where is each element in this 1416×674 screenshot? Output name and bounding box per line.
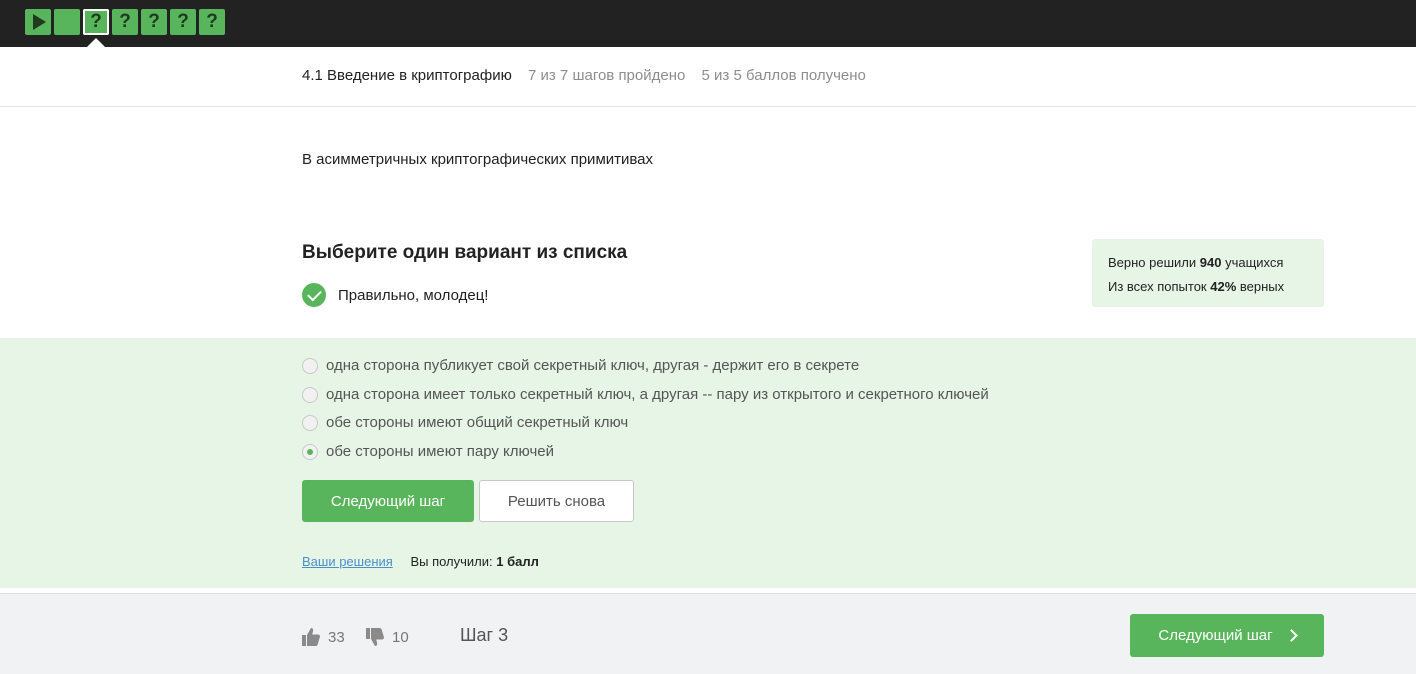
answer-option[interactable]: одна сторона имеет только секретный ключ… (302, 386, 989, 403)
answer-option-label: обе стороны имеют общий секретный ключ (326, 414, 629, 431)
lesson-title[interactable]: 4.1 Введение в криптографию (302, 67, 512, 84)
question-icon: ? (119, 11, 131, 32)
thumbs-up-icon (302, 628, 320, 646)
thumbs-down-icon (366, 628, 384, 646)
answer-option[interactable]: обе стороны имеют общий секретный ключ (302, 414, 628, 431)
lesson-header: 4.1 Введение в криптографию 7 из 7 шагов… (0, 47, 1416, 107)
received-score: 1 балл (496, 554, 539, 569)
answer-option-label: одна сторона имеет только секретный ключ… (326, 386, 989, 403)
next-step-button[interactable]: Следующий шаг (302, 480, 474, 522)
solved-stat: Верно решили 940 учащихся (1108, 255, 1284, 270)
received-label: Вы получили: (410, 554, 497, 569)
step-label: Шаг 3 (460, 625, 509, 645)
answer-area: одна сторона публикует свой секретный кл… (0, 338, 1416, 588)
feedback-correct: Правильно, молодец! (302, 283, 488, 307)
answer-option-label: обе стороны имеют пару ключей (326, 443, 554, 460)
question-icon: ? (90, 11, 102, 32)
chevron-right-icon (1284, 629, 1298, 642)
radio-button[interactable] (302, 386, 318, 403)
question-icon: ? (177, 11, 189, 32)
steps-progress: 7 из 7 шагов пройдено (528, 67, 686, 84)
step-3-quiz[interactable]: ? (83, 9, 109, 35)
dislike-count: 10 (392, 628, 409, 646)
task-title: Выберите один вариант из списка (302, 242, 628, 263)
check-circle-icon (302, 283, 326, 307)
answer-option-label: одна сторона публикует свой секретный кл… (326, 357, 860, 374)
step-4-quiz[interactable]: ? (112, 9, 138, 35)
like-count: 33 (328, 628, 345, 646)
answer-option-selected[interactable]: обе стороны имеют пару ключей (302, 443, 554, 460)
like-button[interactable]: 33 (301, 627, 345, 647)
step-navigation-bar: ? ? ? ? ? (0, 0, 1416, 48)
score-progress: 5 из 5 баллов получено (701, 67, 866, 84)
radio-button[interactable] (302, 357, 318, 374)
attempts-percent: 42% (1210, 279, 1237, 294)
attempts-stat: Из всех попыток 42% верных (1108, 279, 1285, 294)
your-solutions-link[interactable]: Ваши решения (302, 554, 393, 569)
radio-button-selected[interactable] (302, 443, 318, 460)
feedback-text: Правильно, молодец! (338, 286, 489, 304)
solutions-line: Ваши решения Вы получили: 1 балл (302, 554, 539, 569)
footer-next-step-button[interactable]: Следующий шаг (1130, 614, 1324, 657)
step-5-quiz[interactable]: ? (141, 9, 167, 35)
footer-bar: 33 10 Шаг 3 Следующий шаг (0, 593, 1416, 674)
solved-count: 940 (1199, 255, 1222, 270)
question-text: В асимметричных криптографических примит… (302, 151, 654, 168)
question-icon: ? (148, 11, 160, 32)
step-6-quiz[interactable]: ? (170, 9, 196, 35)
play-icon (33, 14, 46, 30)
step-7-quiz[interactable]: ? (199, 9, 225, 35)
stats-box: Верно решили 940 учащихся Из всех попыто… (1092, 239, 1324, 307)
answer-option[interactable]: одна сторона публикует свой секретный кл… (302, 357, 859, 374)
radio-button[interactable] (302, 414, 318, 431)
question-icon: ? (206, 11, 218, 32)
dislike-button[interactable]: 10 (365, 627, 409, 647)
retry-button[interactable]: Решить снова (479, 480, 634, 522)
step-2-text[interactable] (54, 9, 80, 35)
footer-next-step-label: Следующий шаг (1158, 627, 1273, 644)
step-list: ? ? ? ? ? (25, 9, 225, 35)
step-1-theory[interactable] (25, 9, 51, 35)
